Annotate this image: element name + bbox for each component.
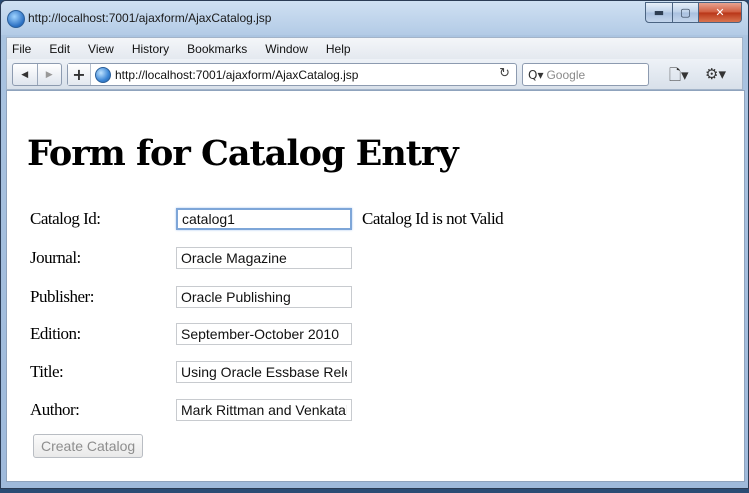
edition-label: Edition: <box>30 324 81 343</box>
browser-window: http://localhost:7001/ajaxform/AjaxCatal… <box>0 0 749 489</box>
menu-window[interactable]: Window <box>256 42 317 56</box>
menu-file[interactable]: File <box>7 42 40 56</box>
title-label: Title: <box>30 362 64 381</box>
page-menu-icon[interactable]: 🗋▾ <box>669 65 689 90</box>
search-icon[interactable]: Q▾ <box>528 68 543 82</box>
publisher-label: Publisher: <box>30 287 94 306</box>
journal-input[interactable] <box>176 247 352 269</box>
form-row-publisher: Publisher: <box>30 283 352 311</box>
menu-edit[interactable]: Edit <box>40 42 79 56</box>
journal-label: Journal: <box>30 248 81 267</box>
search-field[interactable]: Q▾ Google <box>522 63 649 86</box>
form-row-edition: Edition: <box>30 320 352 348</box>
page-title: Form for Catalog Entry <box>27 133 459 174</box>
maximize-button[interactable]: ▢ <box>673 2 699 23</box>
author-input[interactable] <box>176 399 352 421</box>
menu-history[interactable]: History <box>123 42 178 56</box>
validation-message: Catalog Id is not Valid <box>362 209 504 228</box>
navigation-toolbar: ◀ ▶ + http://localhost:7001/ajaxform/Aja… <box>6 59 743 90</box>
minimize-button[interactable]: ▬ <box>645 2 673 23</box>
url-text[interactable]: http://localhost:7001/ajaxform/AjaxCatal… <box>115 68 358 82</box>
reload-icon[interactable]: ↻ <box>499 66 510 81</box>
menu-bookmarks[interactable]: Bookmarks <box>178 42 256 56</box>
edition-input[interactable] <box>176 323 352 345</box>
menu-bar: File Edit View History Bookmarks Window … <box>6 37 743 60</box>
add-bookmark-button[interactable]: + <box>68 64 91 85</box>
globe-icon <box>95 66 111 83</box>
window-controls: ▬ ▢ ✕ <box>645 2 742 23</box>
close-button[interactable]: ✕ <box>699 2 742 23</box>
form-row-author: Author: <box>30 396 352 424</box>
search-placeholder: Google <box>546 67 586 82</box>
window-title: http://localhost:7001/ajaxform/AjaxCatal… <box>28 11 272 25</box>
back-button[interactable]: ◀ <box>13 64 38 85</box>
back-forward-group: ◀ ▶ <box>12 63 62 86</box>
create-catalog-button[interactable]: Create Catalog <box>33 434 144 458</box>
gear-icon[interactable]: ⚙▾ <box>705 65 726 83</box>
catalog-id-label: Catalog Id: <box>30 209 101 228</box>
address-bar[interactable]: + http://localhost:7001/ajaxform/AjaxCat… <box>67 63 517 86</box>
catalog-id-input[interactable] <box>176 208 352 230</box>
title-input[interactable] <box>176 361 352 383</box>
menu-help[interactable]: Help <box>317 42 360 56</box>
menu-view[interactable]: View <box>79 42 123 56</box>
form-row-title: Title: <box>30 358 352 386</box>
author-label: Author: <box>30 400 80 419</box>
page-content: Form for Catalog Entry Catalog Id: Catal… <box>6 90 745 482</box>
forward-button[interactable]: ▶ <box>38 64 62 85</box>
form-row-catalog-id: Catalog Id: Catalog Id is not Valid <box>30 205 504 233</box>
form-row-journal: Journal: <box>30 244 352 272</box>
safari-app-icon <box>7 10 25 28</box>
publisher-input[interactable] <box>176 286 352 308</box>
title-bar[interactable]: http://localhost:7001/ajaxform/AjaxCatal… <box>1 1 748 35</box>
